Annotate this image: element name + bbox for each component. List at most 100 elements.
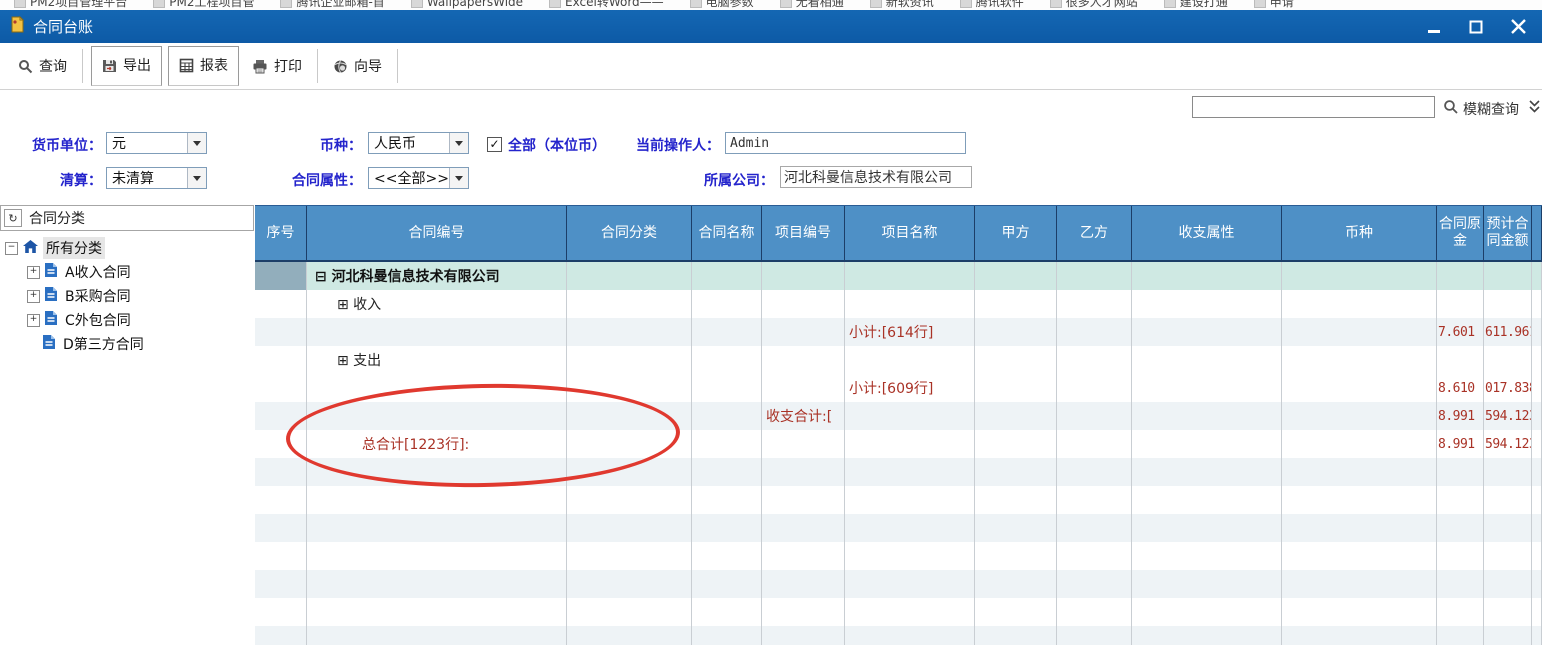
all-base-currency-checkbox[interactable]: ✓: [487, 137, 502, 152]
bookmark-item[interactable]: 腾讯软件: [960, 0, 1024, 10]
column-header-inout_attr[interactable]: 收支属性: [1132, 206, 1282, 260]
table-cell-party_b: [1057, 626, 1132, 645]
tree-item-purchase-contracts[interactable]: + B采购合同: [0, 284, 254, 308]
bookmark-favicon: [690, 0, 702, 8]
column-header-contract_no[interactable]: 合同编号: [307, 206, 567, 260]
table-row[interactable]: 总合计[1223行]:8.991594.123: [255, 430, 1542, 458]
document-icon: [45, 287, 57, 305]
expand-icon[interactable]: +: [27, 266, 40, 279]
table-cell-project_name: 小计:[614行]: [845, 318, 975, 346]
report-button-label: 报表: [200, 55, 228, 75]
bookmark-item[interactable]: 建设打通: [1164, 0, 1228, 10]
bookmark-item[interactable]: 申请: [1254, 0, 1294, 10]
table-row[interactable]: ⊞ 支出: [255, 346, 1542, 374]
table-cell-est_amount: [1484, 262, 1532, 290]
table-row[interactable]: [255, 486, 1542, 514]
table-cell-party_a: [975, 514, 1057, 542]
close-button[interactable]: [1508, 17, 1528, 37]
table-cell-seq: [255, 486, 307, 514]
bookmark-item[interactable]: PM2工程项目管: [153, 0, 254, 10]
table-row[interactable]: [255, 458, 1542, 486]
table-cell-project_no: [762, 262, 845, 290]
table-row[interactable]: 收支合计:[8.991594.123: [255, 402, 1542, 430]
expand-icon[interactable]: +: [27, 314, 40, 327]
table-row[interactable]: [255, 598, 1542, 626]
table-row[interactable]: [255, 542, 1542, 570]
column-header-seq[interactable]: 序号: [255, 206, 307, 260]
minimize-button[interactable]: [1424, 17, 1444, 37]
contract-attr-select[interactable]: <<全部>>: [368, 167, 469, 189]
table-row[interactable]: [255, 570, 1542, 598]
query-button[interactable]: 查询: [8, 50, 77, 82]
table-row[interactable]: 小计:[614行]7.601611.961: [255, 318, 1542, 346]
table-cell-party_b: [1057, 458, 1132, 486]
bookmark-item[interactable]: 腾讯企业邮箱-首: [280, 0, 384, 10]
table-cell-inout_attr: [1132, 458, 1282, 486]
table-cell-contract_no: [307, 458, 567, 486]
table-cell-est_amount: 594.123: [1484, 430, 1532, 458]
table-cell-currency: [1282, 346, 1437, 374]
tree-item-thirdparty-contracts[interactable]: D第三方合同: [0, 332, 254, 356]
report-button[interactable]: 报表: [168, 46, 239, 86]
bookmark-item[interactable]: PM2项目管理平台: [14, 0, 127, 10]
column-header-est_amount[interactable]: 预计合同金额: [1484, 206, 1532, 260]
column-header-project_no[interactable]: 项目编号: [762, 206, 845, 260]
table-row[interactable]: [255, 514, 1542, 542]
table-cell-party_b: [1057, 318, 1132, 346]
table-cell-seq: [255, 514, 307, 542]
tree-item-label: 所有分类: [43, 237, 105, 259]
column-header-orig_amount[interactable]: 合同原金: [1437, 206, 1484, 260]
bookmark-item[interactable]: 很多人才网站: [1050, 0, 1138, 10]
column-header-contract_class[interactable]: 合同分类: [567, 206, 692, 260]
table-row[interactable]: ⊞ 收入: [255, 290, 1542, 318]
export-button[interactable]: 导出: [91, 46, 162, 86]
table-cell-orig_amount: [1437, 458, 1484, 486]
column-header-party_a[interactable]: 甲方: [975, 206, 1057, 260]
tree-item-all-categories[interactable]: − 所有分类: [0, 236, 254, 260]
table-row[interactable]: ⊟ 河北科曼信息技术有限公司: [255, 262, 1542, 290]
chevron-down-icon[interactable]: [449, 168, 468, 188]
currency-select[interactable]: 人民币: [368, 132, 469, 154]
refresh-icon[interactable]: ↻: [4, 209, 22, 227]
bookmark-favicon: [870, 0, 882, 8]
table-cell-project_no: [762, 374, 845, 402]
settle-value: 未清算: [107, 168, 187, 188]
table-cell-project_name: [845, 626, 975, 645]
column-header-currency[interactable]: 币种: [1282, 206, 1437, 260]
tree-item-label: B采购合同: [62, 285, 134, 307]
chevron-double-down-icon[interactable]: [1527, 99, 1542, 119]
tree-item-income-contracts[interactable]: + A收入合同: [0, 260, 254, 284]
column-header-contract_name[interactable]: 合同名称: [692, 206, 762, 260]
column-header-extra[interactable]: [1532, 206, 1542, 260]
print-button[interactable]: 打印: [242, 50, 312, 82]
table-cell-seq: [255, 598, 307, 626]
collapse-icon[interactable]: −: [5, 242, 18, 255]
table-cell-extra: [1532, 402, 1542, 430]
operator-input[interactable]: [725, 132, 966, 154]
bookmark-item[interactable]: 新软资讯: [870, 0, 934, 10]
bookmark-item[interactable]: Excel转Word——: [549, 0, 664, 10]
column-header-project_name[interactable]: 项目名称: [845, 206, 975, 260]
tree-item-label: C外包合同: [62, 309, 134, 331]
tree-item-outsourcing-contracts[interactable]: + C外包合同: [0, 308, 254, 332]
table-cell-project_no: [762, 290, 845, 318]
wizard-button[interactable]: 向导: [323, 50, 392, 82]
currency-unit-select[interactable]: 元: [106, 132, 207, 154]
table-row[interactable]: 小计:[609行]8.610017.838: [255, 374, 1542, 402]
table-row[interactable]: [255, 626, 1542, 645]
table-cell-contract_class: [567, 290, 692, 318]
chevron-down-icon[interactable]: [187, 168, 206, 188]
checkmark-icon: ✓: [489, 138, 499, 150]
chevron-down-icon[interactable]: [449, 133, 468, 153]
chevron-down-icon[interactable]: [187, 133, 206, 153]
table-cell-project_name: [845, 262, 975, 290]
bookmark-item[interactable]: 电脑参数: [690, 0, 754, 10]
expand-icon[interactable]: +: [27, 290, 40, 303]
maximize-button[interactable]: [1466, 17, 1486, 37]
fuzzy-search-input[interactable]: [1192, 96, 1435, 118]
bookmark-item[interactable]: WallpapersWide: [411, 0, 523, 10]
toolbar: 查询 导出 报表 打印 向导: [0, 43, 1542, 90]
settle-select[interactable]: 未清算: [106, 167, 207, 189]
column-header-party_b[interactable]: 乙方: [1057, 206, 1132, 260]
bookmark-item[interactable]: 无看相通: [780, 0, 844, 10]
